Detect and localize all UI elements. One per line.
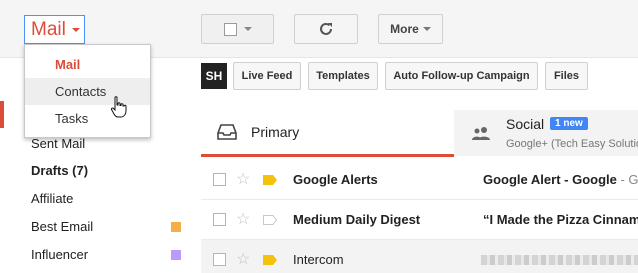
tab-social-subtitle: Google+ (Tech Easy Solutio bbox=[506, 138, 638, 150]
app-switcher-label: Mail bbox=[31, 18, 66, 40]
email-row[interactable]: ☆ Intercom bbox=[201, 240, 638, 273]
sidebar-item-sent-mail[interactable]: Sent Mail bbox=[31, 136, 85, 151]
email-snippet: - G bbox=[616, 172, 638, 187]
email-subject-text: Google Alert - Google bbox=[483, 172, 617, 187]
label-color-swatch[interactable] bbox=[171, 250, 181, 260]
tab-primary[interactable]: Primary bbox=[201, 110, 454, 157]
people-icon bbox=[472, 127, 490, 140]
star-icon[interactable]: ☆ bbox=[236, 251, 250, 268]
redacted-subject bbox=[481, 255, 638, 265]
menu-item-contacts[interactable]: Contacts bbox=[25, 78, 150, 105]
sidebar-item-best-email[interactable]: Best Email bbox=[31, 219, 93, 234]
row-checkbox[interactable] bbox=[213, 213, 226, 226]
important-marker-icon[interactable] bbox=[263, 254, 277, 265]
more-button[interactable]: More bbox=[378, 14, 443, 44]
tab-social[interactable]: Social 1 new Google+ (Tech Easy Solutio bbox=[454, 110, 638, 156]
email-sender: Intercom bbox=[293, 252, 344, 267]
email-subject-text: “I Made the Pizza Cinnam bbox=[483, 212, 638, 227]
important-marker-icon[interactable] bbox=[263, 214, 277, 225]
label-color-swatch[interactable] bbox=[171, 222, 181, 232]
new-badge: 1 new bbox=[550, 117, 588, 130]
templates-button[interactable]: Templates bbox=[308, 62, 378, 90]
email-row[interactable]: ☆ Google Alerts Google Alert - Google - … bbox=[201, 160, 638, 200]
app-switcher-menu: Mail Contacts Tasks bbox=[24, 44, 151, 138]
live-feed-button[interactable]: Live Feed bbox=[233, 62, 301, 90]
auto-follow-up-button[interactable]: Auto Follow-up Campaign bbox=[385, 62, 538, 90]
inbox-icon bbox=[217, 124, 237, 140]
active-indicator bbox=[0, 101, 4, 128]
refresh-icon bbox=[320, 22, 332, 35]
caret-down-icon bbox=[71, 27, 80, 32]
refresh-button[interactable] bbox=[294, 14, 358, 44]
important-marker-icon[interactable] bbox=[263, 174, 277, 185]
checkbox-icon bbox=[223, 22, 237, 36]
menu-item-tasks[interactable]: Tasks bbox=[25, 105, 150, 132]
caret-down-icon bbox=[243, 27, 252, 31]
email-sender: Medium Daily Digest bbox=[293, 212, 421, 227]
extension-logo[interactable]: SH bbox=[201, 63, 227, 89]
hand-cursor-icon bbox=[110, 96, 127, 118]
star-icon[interactable]: ☆ bbox=[236, 211, 250, 228]
email-sender: Google Alerts bbox=[293, 172, 378, 187]
app-switcher-button[interactable]: Mail bbox=[24, 15, 85, 44]
files-button[interactable]: Files bbox=[545, 62, 588, 90]
sidebar-item-affiliate[interactable]: Affiliate bbox=[31, 191, 73, 206]
star-icon[interactable]: ☆ bbox=[236, 171, 250, 188]
menu-item-mail[interactable]: Mail bbox=[25, 51, 150, 78]
tab-social-label: Social bbox=[506, 116, 545, 132]
tab-primary-label: Primary bbox=[251, 124, 300, 140]
sidebar-item-influencer[interactable]: Influencer bbox=[31, 247, 88, 262]
row-checkbox[interactable] bbox=[213, 173, 226, 186]
select-checkbox-button[interactable] bbox=[201, 14, 274, 44]
more-label: More bbox=[390, 22, 419, 36]
email-subject: Google Alert - Google - G bbox=[483, 172, 638, 187]
email-row[interactable]: ☆ Medium Daily Digest “I Made the Pizza … bbox=[201, 200, 638, 240]
row-checkbox[interactable] bbox=[213, 253, 226, 266]
caret-down-icon bbox=[422, 27, 431, 31]
sidebar-item-drafts[interactable]: Drafts (7) bbox=[31, 163, 88, 178]
inbox-tabs: Primary Social 1 new Google+ (Tech Easy … bbox=[201, 110, 638, 157]
